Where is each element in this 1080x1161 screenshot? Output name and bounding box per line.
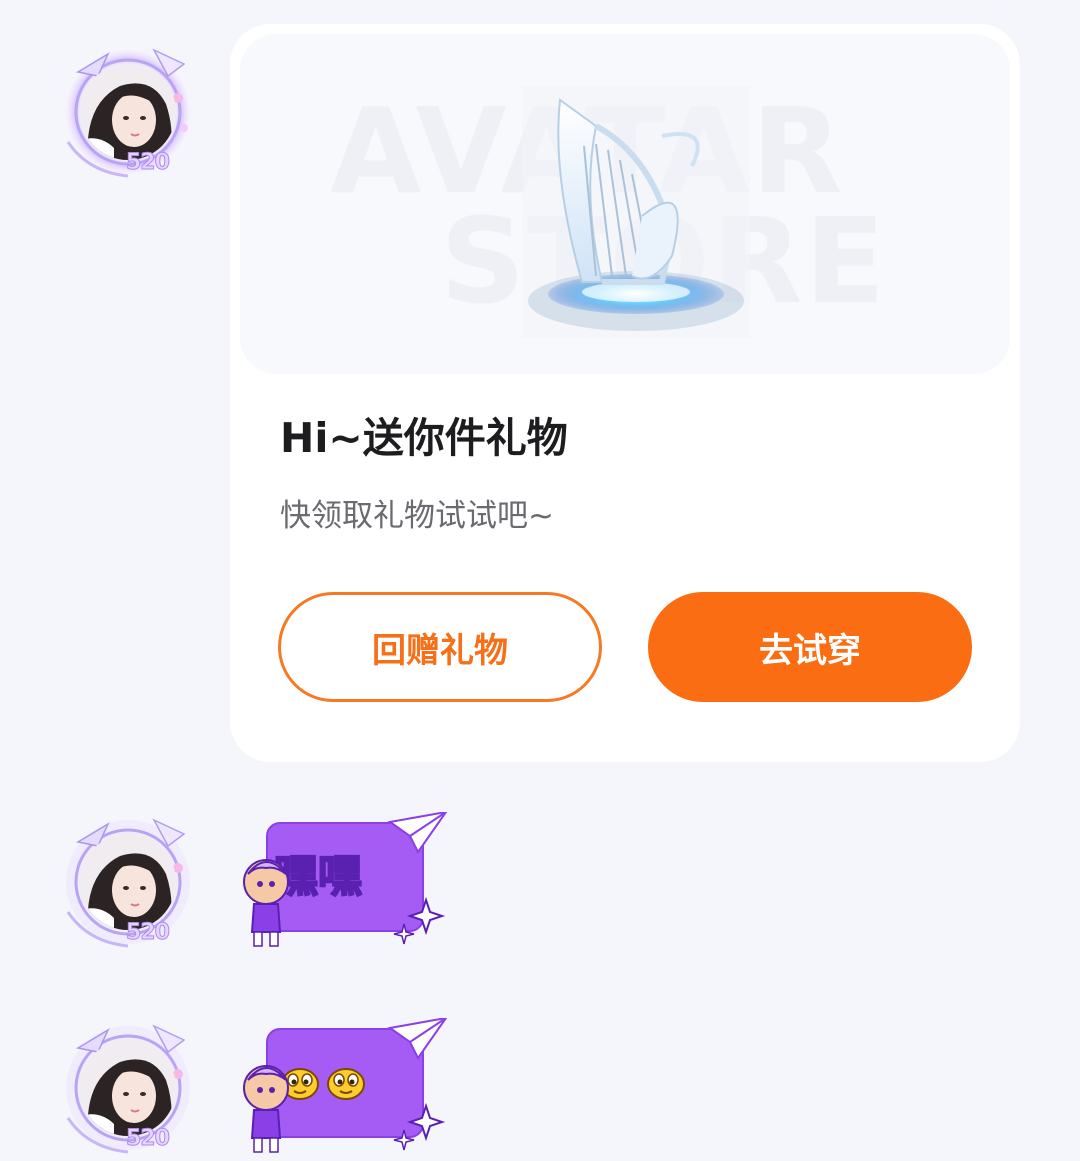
- return-gift-button[interactable]: 回赠礼物: [278, 592, 602, 702]
- avatar-frame-badge: 520: [126, 1126, 171, 1152]
- sticker-message[interactable]: [240, 1018, 450, 1158]
- gift-card-title: Hi~送你件礼物: [280, 414, 568, 462]
- sender-avatar[interactable]: 520: [58, 42, 198, 182]
- avatar-photo: [80, 1040, 176, 1136]
- gift-banner: AVATAR STORE: [240, 34, 1010, 374]
- gift-card[interactable]: AVATAR STORE: [230, 24, 1020, 762]
- avatar-photo: [80, 834, 176, 930]
- avatar-frame-badge: 520: [126, 150, 171, 176]
- avatar-frame-badge: 520: [126, 920, 171, 946]
- sender-avatar[interactable]: 520: [58, 1018, 198, 1158]
- harp-gift-icon: [522, 86, 750, 338]
- avatar-photo: [80, 64, 176, 160]
- sticker-decoration-icon: [243, 1018, 448, 1153]
- sticker-decoration-icon: [243, 812, 448, 947]
- sticker-message[interactable]: 嘿嘿: [240, 812, 450, 952]
- try-on-button[interactable]: 去试穿: [648, 592, 972, 702]
- gift-card-subtitle: 快领取礼物试试吧~: [280, 498, 554, 534]
- sender-avatar[interactable]: 520: [58, 812, 198, 952]
